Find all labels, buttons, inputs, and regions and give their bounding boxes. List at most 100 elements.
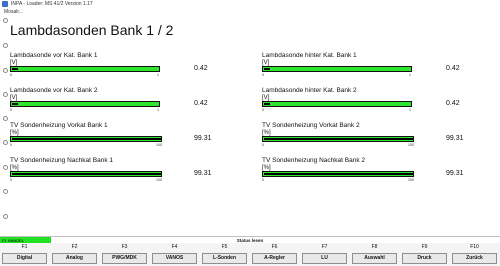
gauge-label: TV Sondenheizung Vorkat Bank 1 — [10, 122, 108, 129]
function-key-f3: F3 PWG/MDK — [100, 243, 149, 266]
function-key-f8: F8 Auswahl — [350, 243, 399, 266]
gauge: Lambdasonde hinter Kat. Bank 1 [V] 0.42 0 1 — [262, 52, 487, 80]
radio-button[interactable] — [3, 140, 8, 145]
gauge-scale-min: 0 — [10, 143, 12, 147]
gauge-indicator — [12, 173, 161, 175]
gauge-scale-min: 0 — [262, 108, 264, 112]
function-key-number: F4 — [171, 244, 178, 250]
gauge-label: TV Sondenheizung Vorkat Bank 2 — [262, 122, 360, 129]
gauge-scale-min: 0 — [10, 108, 12, 112]
function-key-number: F6 — [271, 244, 278, 250]
gauge-indicator — [12, 138, 161, 140]
gauge: TV Sondenheizung Vorkat Bank 2 [%] 99.31 0 1… — [262, 122, 487, 150]
gauge-bar — [262, 101, 412, 107]
page-title: Lambdasonden Bank 1 / 2 — [10, 22, 174, 38]
gauge-label: Lambdasonde vor Kat. Bank 1 — [10, 52, 98, 59]
gauge-label: Lambdasonde vor Kat. Bank 2 — [10, 87, 98, 94]
function-key-button[interactable]: Analog — [52, 253, 97, 264]
gauge: Lambdasonde hinter Kat. Bank 2 [V] 0.42 0 1 — [262, 87, 487, 115]
gauge-value: 99.31 — [446, 135, 464, 142]
gauge-scale-max: 1 — [409, 108, 411, 112]
gauge-value: 99.31 — [446, 170, 464, 177]
window-title: INPA - Loader: MS 41/2 Version 1.17 — [11, 1, 93, 7]
radio-button[interactable] — [3, 43, 8, 48]
gauge-bar — [10, 136, 162, 142]
function-key-number: F8 — [371, 244, 378, 250]
gauge-indicator — [12, 68, 18, 70]
function-key-number: F9 — [421, 244, 428, 250]
function-key-number: F3 — [121, 244, 128, 250]
gauge-fill — [263, 102, 411, 106]
radio-button[interactable] — [3, 214, 8, 219]
gauge: TV Sondenheizung Nachkat Bank 1 [%] 99.31 0… — [10, 157, 235, 185]
gauge-scale-max: 1 — [157, 108, 159, 112]
menu-item-mosalr[interactable]: Mosalr... — [4, 9, 23, 16]
function-key-button[interactable]: Druck — [402, 253, 447, 264]
gauge-value: 99.31 — [194, 170, 212, 177]
gauge-bar — [262, 136, 414, 142]
gauge-bar — [10, 171, 162, 177]
gauge-scale-min: 0 — [10, 178, 12, 182]
function-key-button[interactable]: PWG/MDK — [102, 253, 147, 264]
radio-button[interactable] — [3, 189, 8, 194]
function-key-button[interactable]: Auswahl — [352, 253, 397, 264]
gauge-scale-max: 100 — [156, 178, 162, 182]
gauge-scale-min: 0 — [10, 73, 12, 77]
gauge-bar — [10, 101, 160, 107]
gauge: TV Sondenheizung Nachkat Bank 2 [%] 99.31 0… — [262, 157, 487, 185]
function-key-button[interactable]: VANOS — [152, 253, 197, 264]
gauge-indicator — [264, 173, 413, 175]
gauge-value: 99.31 — [194, 135, 212, 142]
gauge-bar — [262, 66, 412, 72]
gauge-scale-max: 100 — [156, 143, 162, 147]
gauge-scale-max: 1 — [157, 73, 159, 77]
gauge-bar — [262, 171, 414, 177]
radio-button[interactable] — [3, 92, 8, 97]
function-key-button[interactable]: L-Sonden — [202, 253, 247, 264]
gauge-scale-max: 1 — [409, 73, 411, 77]
gauge-scale-min: 0 — [262, 143, 264, 147]
gauge-fill — [263, 67, 411, 71]
gauge-value: 0.42 — [446, 65, 460, 72]
gauge-indicator — [264, 68, 270, 70]
function-key-f1: F1 Digital — [0, 243, 49, 266]
function-key-bar: F1 Digital F2 Analog F3 PWG/MDK F4 VANOS F5 L-Son… — [0, 243, 500, 266]
function-key-f6: F6 A-Regler — [250, 243, 299, 266]
radio-button[interactable] — [3, 18, 8, 23]
function-key-f2: F2 Analog — [50, 243, 99, 266]
radio-button[interactable] — [3, 68, 8, 73]
function-key-f7: F7 LU — [300, 243, 349, 266]
gauge: Lambdasonde vor Kat. Bank 2 [V] 0.42 0 1 — [10, 87, 235, 115]
menu-bar: Mosalr... — [0, 9, 500, 16]
radio-button[interactable] — [3, 165, 8, 170]
gauge-value: 0.42 — [446, 100, 460, 107]
app-icon — [2, 1, 8, 7]
gauge: TV Sondenheizung Vorkat Bank 1 [%] 99.31 0 1… — [10, 122, 235, 150]
gauge-fill — [11, 102, 159, 106]
gauge-scale-min: 0 — [262, 73, 264, 77]
function-key-number: F1 — [21, 244, 28, 250]
gauge-indicator — [12, 103, 18, 105]
function-key-number: F2 — [71, 244, 78, 250]
function-key-button[interactable]: Zurück — [452, 253, 497, 264]
gauge-scale-max: 100 — [408, 143, 414, 147]
gauge-label: Lambdasonde hinter Kat. Bank 1 — [262, 52, 357, 59]
function-key-button[interactable]: LU — [302, 253, 347, 264]
function-key-button[interactable]: A-Regler — [252, 253, 297, 264]
function-key-f9: F9 Druck — [400, 243, 449, 266]
gauge-scale-max: 100 — [408, 178, 414, 182]
radio-button[interactable] — [3, 116, 8, 121]
function-key-number: F5 — [221, 244, 228, 250]
function-key-number: F7 — [321, 244, 328, 250]
gauge-indicator — [264, 138, 413, 140]
gauge-value: 0.42 — [194, 100, 208, 107]
function-key-button[interactable]: Digital — [2, 253, 47, 264]
function-key-number: F10 — [470, 244, 479, 250]
gauge-label: Lambdasonde hinter Kat. Bank 2 — [262, 87, 357, 94]
gauge: Lambdasonde vor Kat. Bank 1 [V] 0.42 0 1 — [10, 52, 235, 80]
function-key-f4: F4 VANOS — [150, 243, 199, 266]
gauge-bar — [10, 66, 160, 72]
gauge-fill — [11, 67, 159, 71]
function-key-f5: F5 L-Sonden — [200, 243, 249, 266]
gauge-value: 0.42 — [194, 65, 208, 72]
